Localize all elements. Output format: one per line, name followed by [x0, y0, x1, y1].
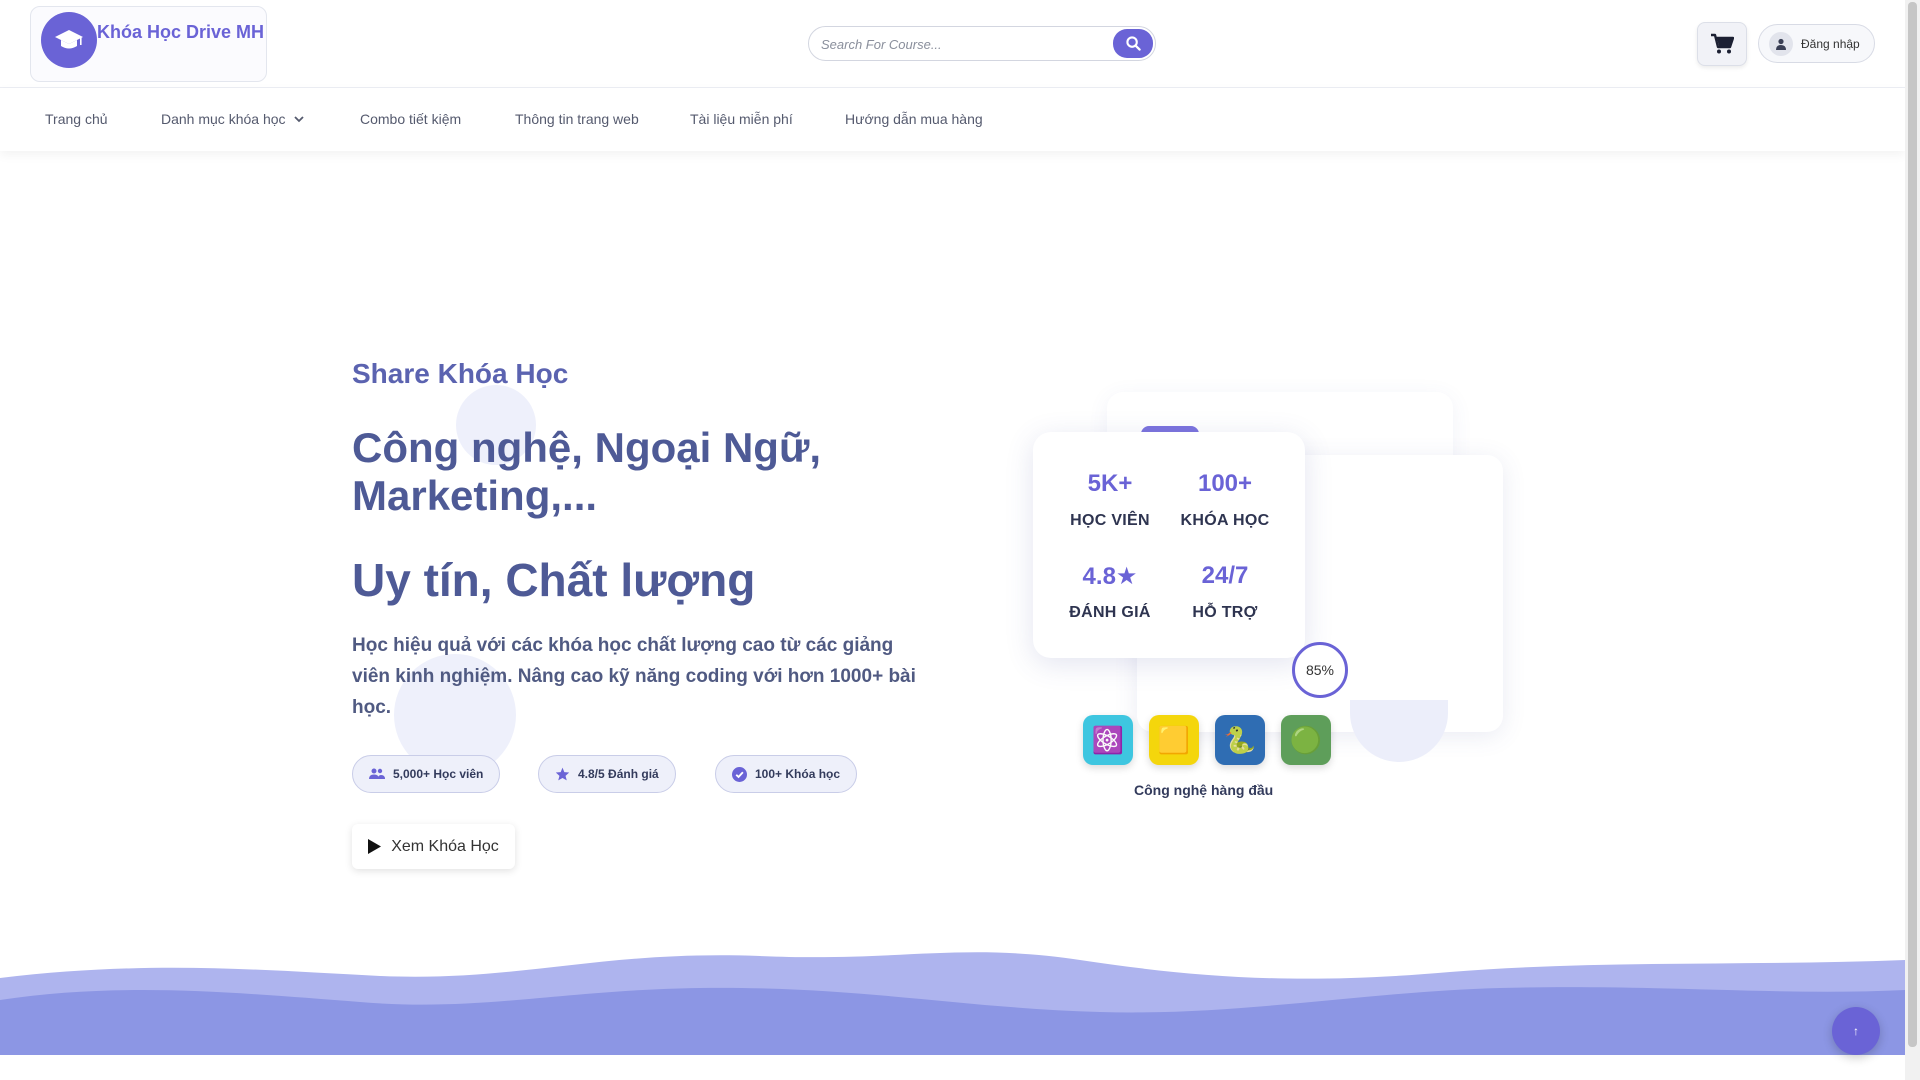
chip-courses: 100+ Khóa học [715, 755, 858, 793]
stat-rating-value: 4.8★ [1082, 563, 1138, 590]
nav-item-buying-guide[interactable]: Hướng dẫn mua hàng [845, 111, 983, 127]
stat-courses-label: KHÓA HỌC [1180, 512, 1270, 529]
react-icon: ⚛️ [1083, 715, 1133, 765]
hero-headline-secondary: Uy tín, Chất lượng [352, 554, 756, 606]
nav-item-label: Danh mục khóa học [161, 111, 286, 127]
main-nav: Trang chủ Danh mục khóa học Combo tiết k… [0, 88, 1905, 151]
nav-item-label: Hướng dẫn mua hàng [845, 111, 983, 127]
login-label: Đăng nhập [1801, 36, 1860, 51]
cart-button[interactable] [1697, 22, 1747, 66]
illustration-blob [1350, 700, 1448, 762]
view-courses-button[interactable]: Xem Khóa Học [352, 824, 515, 869]
chip-students: 5,000+ Học viên [352, 755, 501, 793]
python-icon: 🐍 [1215, 715, 1265, 765]
stat-support-value: 24/7 [1201, 562, 1249, 589]
arrow-up-icon: ↑ [1853, 1024, 1859, 1038]
logo-text: Khóa Học Drive MH [97, 22, 265, 42]
nav-item-combo[interactable]: Combo tiết kiệm [360, 111, 461, 127]
nav-item-label: Trang chủ [45, 111, 108, 127]
progress-ring: 85% [1292, 642, 1348, 698]
search-icon [1125, 36, 1141, 51]
chevron-down-icon [293, 115, 304, 122]
check-circle-icon [732, 766, 747, 782]
wave-decoration [0, 952, 1905, 1055]
stat-students-label: HỌC VIÊN [1070, 512, 1150, 529]
nav-item-home[interactable]: Trang chủ [45, 111, 108, 127]
graduation-cap-icon [41, 12, 97, 68]
search-bar [808, 26, 1156, 61]
nav-item-free-docs[interactable]: Tài liệu miễn phí [690, 111, 793, 127]
site-header: Khóa Học Drive MH Đăng nhập [0, 0, 1905, 88]
nodejs-icon: 🟢 [1281, 715, 1331, 765]
hero-description: Học hiệu quả với các khóa học chất lượng… [352, 635, 916, 718]
nav-item-site-info[interactable]: Thông tin trang web [515, 111, 639, 127]
chip-label: 4.8/5 Đánh giá [578, 767, 659, 781]
stats-card: 5K+ HỌC VIÊN 100+ KHÓA HỌC 4.8★ ĐÁNH GIÁ… [1033, 432, 1305, 658]
stat-support-label: HỖ TRỢ [1192, 604, 1258, 621]
login-button[interactable]: Đăng nhập [1758, 24, 1875, 63]
cart-icon [1711, 33, 1734, 54]
scroll-to-top-button[interactable]: ↑ [1832, 1007, 1880, 1055]
stat-rating-label: ĐÁNH GIÁ [1069, 604, 1151, 621]
progress-label: 85% [1305, 662, 1335, 678]
tech-caption: Công nghệ hàng đầu [1134, 782, 1274, 798]
hero-tagline: Share Khóa Học [352, 358, 569, 389]
chip-label: 100+ Khóa học [755, 767, 841, 781]
cta-label: Xem Khóa Học [391, 837, 499, 855]
javascript-icon: 🟨 [1149, 715, 1199, 765]
scrollbar-thumb[interactable] [1908, 2, 1917, 1047]
nav-item-label: Tài liệu miễn phí [690, 111, 793, 127]
stat-students-value: 5K+ [1087, 470, 1133, 497]
users-icon [369, 768, 385, 779]
user-icon [1769, 31, 1793, 56]
chip-rating: 4.8/5 Đánh giá [538, 755, 676, 793]
stat-courses-value: 100+ [1197, 470, 1253, 497]
nav-item-label: Combo tiết kiệm [360, 111, 462, 127]
star-icon [555, 767, 570, 781]
search-button[interactable] [1113, 29, 1153, 58]
play-icon [368, 839, 382, 854]
site-logo[interactable]: Khóa Học Drive MH [30, 6, 267, 82]
search-input[interactable] [821, 32, 1111, 56]
chip-label: 5,000+ Học viên [393, 767, 484, 781]
nav-item-categories[interactable]: Danh mục khóa học [161, 111, 304, 127]
nav-item-label: Thông tin trang web [515, 111, 639, 127]
hero-headline: Công nghệ, Ngoại Ngữ, Marketing,... [352, 424, 822, 519]
